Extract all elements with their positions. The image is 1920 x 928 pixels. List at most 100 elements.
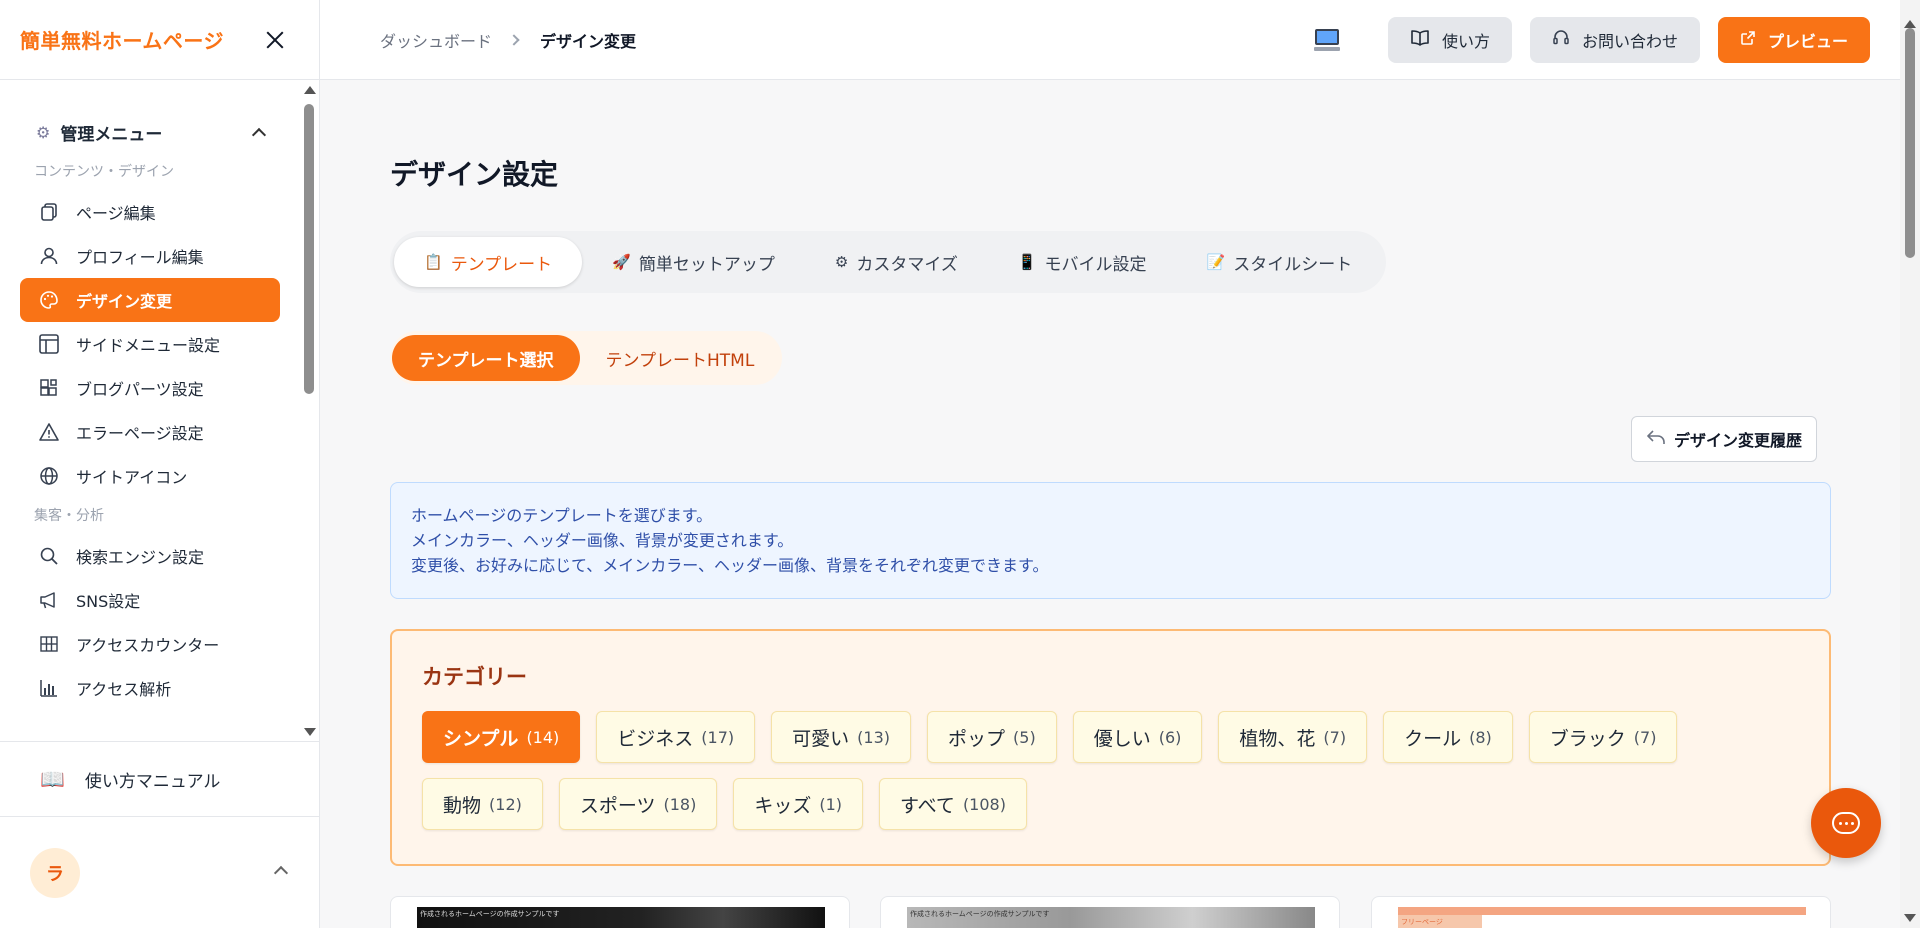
chip-count: (8) (1469, 727, 1492, 747)
template-subtabs: テンプレート選択 テンプレートHTML (390, 331, 783, 385)
scroll-thumb[interactable] (1905, 28, 1915, 258)
avatar[interactable]: ラ (30, 848, 80, 898)
category-chip-gentle[interactable]: 優しい (6) (1072, 711, 1203, 763)
sidebar-item-access-counter[interactable]: アクセスカウンター (20, 622, 280, 666)
close-icon[interactable] (263, 28, 287, 52)
chevron-up-icon[interactable] (251, 127, 267, 143)
sidebar-item-site-icon[interactable]: サイトアイコン (20, 454, 280, 498)
memo-icon: 📝 (1206, 253, 1226, 271)
template-card[interactable]: フリーページ (1371, 896, 1831, 928)
category-chip-black[interactable]: ブラック (7) (1528, 711, 1678, 763)
category-chip-all[interactable]: すべて (108) (879, 778, 1027, 830)
sidebar-item-label: エラーページ設定 (76, 424, 204, 443)
sidebar-item-blog-parts[interactable]: ブログパーツ設定 (20, 366, 280, 410)
site-logo[interactable]: 簡単無料ホームページ (20, 25, 224, 54)
sidebar-item-page-edit[interactable]: ページ編集 (20, 190, 280, 234)
chip-label: すべて (900, 794, 955, 817)
category-chips: シンプル (14) ビジネス (17) 可愛い (13) ポップ (5) 優しい (6) … (422, 711, 1702, 830)
undo-icon (1646, 428, 1666, 451)
scroll-thumb[interactable] (304, 104, 314, 394)
tab-label: テンプレート (450, 254, 553, 275)
category-chip-kids[interactable]: キッズ (1) (733, 778, 864, 830)
preview-button[interactable]: プレビュー (1717, 16, 1870, 63)
chip-count: (108) (962, 794, 1006, 814)
category-chip-animals[interactable]: 動物 (12) (422, 778, 543, 830)
template-card[interactable]: 作成されるホームページの作成サンプルです (880, 896, 1340, 928)
user-icon (38, 245, 60, 267)
sidebar-item-label: 検索エンジン設定 (76, 548, 205, 567)
scroll-down-icon[interactable] (1904, 914, 1916, 922)
gear-icon: ⚙ (834, 253, 849, 271)
mobile-icon: 📱 (1017, 253, 1037, 271)
chip-count: (6) (1158, 727, 1182, 747)
sidebar-menu: ⚙ 管理メニュー コンテンツ・デザイン ページ編集 プロフィール編集 デザイン変… (0, 82, 300, 740)
chip-label: キッズ (754, 794, 812, 817)
chip-count: (12) (489, 794, 522, 814)
category-chip-pop[interactable]: ポップ (5) (927, 711, 1057, 763)
chat-button[interactable] (1811, 788, 1881, 858)
chip-label: 可愛い (792, 727, 850, 750)
user-menu[interactable]: ラ (0, 818, 320, 928)
sidebar-item-label: ブログパーツ設定 (76, 380, 204, 399)
chip-count: (5) (1013, 727, 1036, 747)
sidebar-item-sns[interactable]: SNS設定 (20, 578, 280, 622)
info-line: メインカラー、ヘッダー画像、背景が変更されます。 (411, 531, 794, 550)
sidebar-item-label: サイドメニュー設定 (76, 336, 221, 355)
breadcrumb-dashboard[interactable]: ダッシュボード (380, 28, 492, 52)
contact-button[interactable]: お問い合わせ (1529, 16, 1700, 63)
subtab-template-select[interactable]: テンプレート選択 (392, 335, 580, 381)
chip-count: (1) (819, 794, 843, 814)
tab-mobile[interactable]: 📱 モバイル設定 (988, 237, 1177, 287)
scroll-up-icon[interactable] (1904, 20, 1916, 28)
sidebar-item-seo[interactable]: 検索エンジン設定 (20, 534, 280, 578)
admin-menu-title: 管理メニュー (60, 124, 163, 145)
sidebar-scrollbar[interactable] (302, 82, 316, 740)
template-thumbnail[interactable]: 作成されるホームページの作成サンプルです (417, 907, 825, 928)
category-chip-cute[interactable]: 可愛い (13) (771, 711, 911, 763)
template-card[interactable]: 作成されるホームページの作成サンプルです (390, 896, 850, 928)
design-history-button[interactable]: デザイン変更履歴 (1631, 416, 1818, 462)
scroll-down-icon[interactable] (304, 728, 316, 736)
category-chip-plants[interactable]: 植物、花 (7) (1218, 711, 1368, 763)
page-scrollbar[interactable] (1900, 0, 1920, 928)
info-line: ホームページのテンプレートを選びます。 (411, 506, 713, 525)
tab-customize[interactable]: ⚙ カスタマイズ (805, 237, 988, 287)
computer-icon[interactable] (1313, 28, 1340, 51)
sidebar-item-error-page[interactable]: エラーページ設定 (20, 410, 280, 454)
tab-label: カスタマイズ (856, 254, 958, 275)
tab-template[interactable]: 📋 テンプレート (394, 237, 583, 287)
template-thumbnail[interactable]: フリーページ (1398, 907, 1806, 928)
preview-label: プレビュー (1767, 31, 1848, 51)
chevron-up-icon[interactable] (273, 865, 289, 881)
manual-link[interactable]: 📖 使い方マニュアル (0, 741, 320, 817)
category-chip-simple[interactable]: シンプル (14) (422, 711, 581, 763)
warning-icon (38, 421, 60, 443)
clipboard-icon: 📋 (424, 253, 443, 271)
chip-label: シンプル (443, 727, 519, 750)
tab-easy-setup[interactable]: 🚀 簡単セットアップ (582, 237, 805, 287)
sidebar-item-side-menu[interactable]: サイドメニュー設定 (20, 322, 280, 366)
subtab-template-html[interactable]: テンプレートHTML (580, 335, 781, 381)
chevron-right-icon (508, 33, 520, 46)
chip-label: 動物 (443, 794, 482, 817)
chart-icon (38, 677, 60, 699)
sidebar-item-design-change[interactable]: デザイン変更 (20, 278, 280, 322)
admin-menu-group[interactable]: ⚙ 管理メニュー (20, 112, 280, 152)
sidebar-item-profile-edit[interactable]: プロフィール編集 (20, 234, 280, 278)
scroll-up-icon[interactable] (304, 86, 316, 94)
history-label: デザイン変更履歴 (1674, 431, 1803, 450)
template-thumbnail[interactable]: 作成されるホームページの作成サンプルです (907, 907, 1315, 928)
tab-stylesheet[interactable]: 📝 スタイルシート (1177, 237, 1383, 287)
chip-label: 植物、花 (1239, 727, 1316, 750)
sidebar-item-label: プロフィール編集 (76, 248, 204, 267)
manual-label: 使い方マニュアル (84, 771, 221, 792)
design-tabs: 📋 テンプレート 🚀 簡単セットアップ ⚙ カスタマイズ 📱 モバイル設定 📝 … (390, 231, 1387, 293)
sidebar-item-label: ページ編集 (76, 204, 156, 223)
category-chip-business[interactable]: ビジネス (17) (596, 711, 756, 763)
category-chip-cool[interactable]: クール (8) (1383, 711, 1513, 763)
layout-icon (38, 333, 60, 355)
category-chip-sports[interactable]: スポーツ (18) (558, 778, 718, 830)
sidebar-item-analytics[interactable]: アクセス解析 (20, 666, 280, 710)
rocket-icon: 🚀 (612, 253, 631, 271)
help-button[interactable]: 使い方 (1387, 16, 1512, 63)
